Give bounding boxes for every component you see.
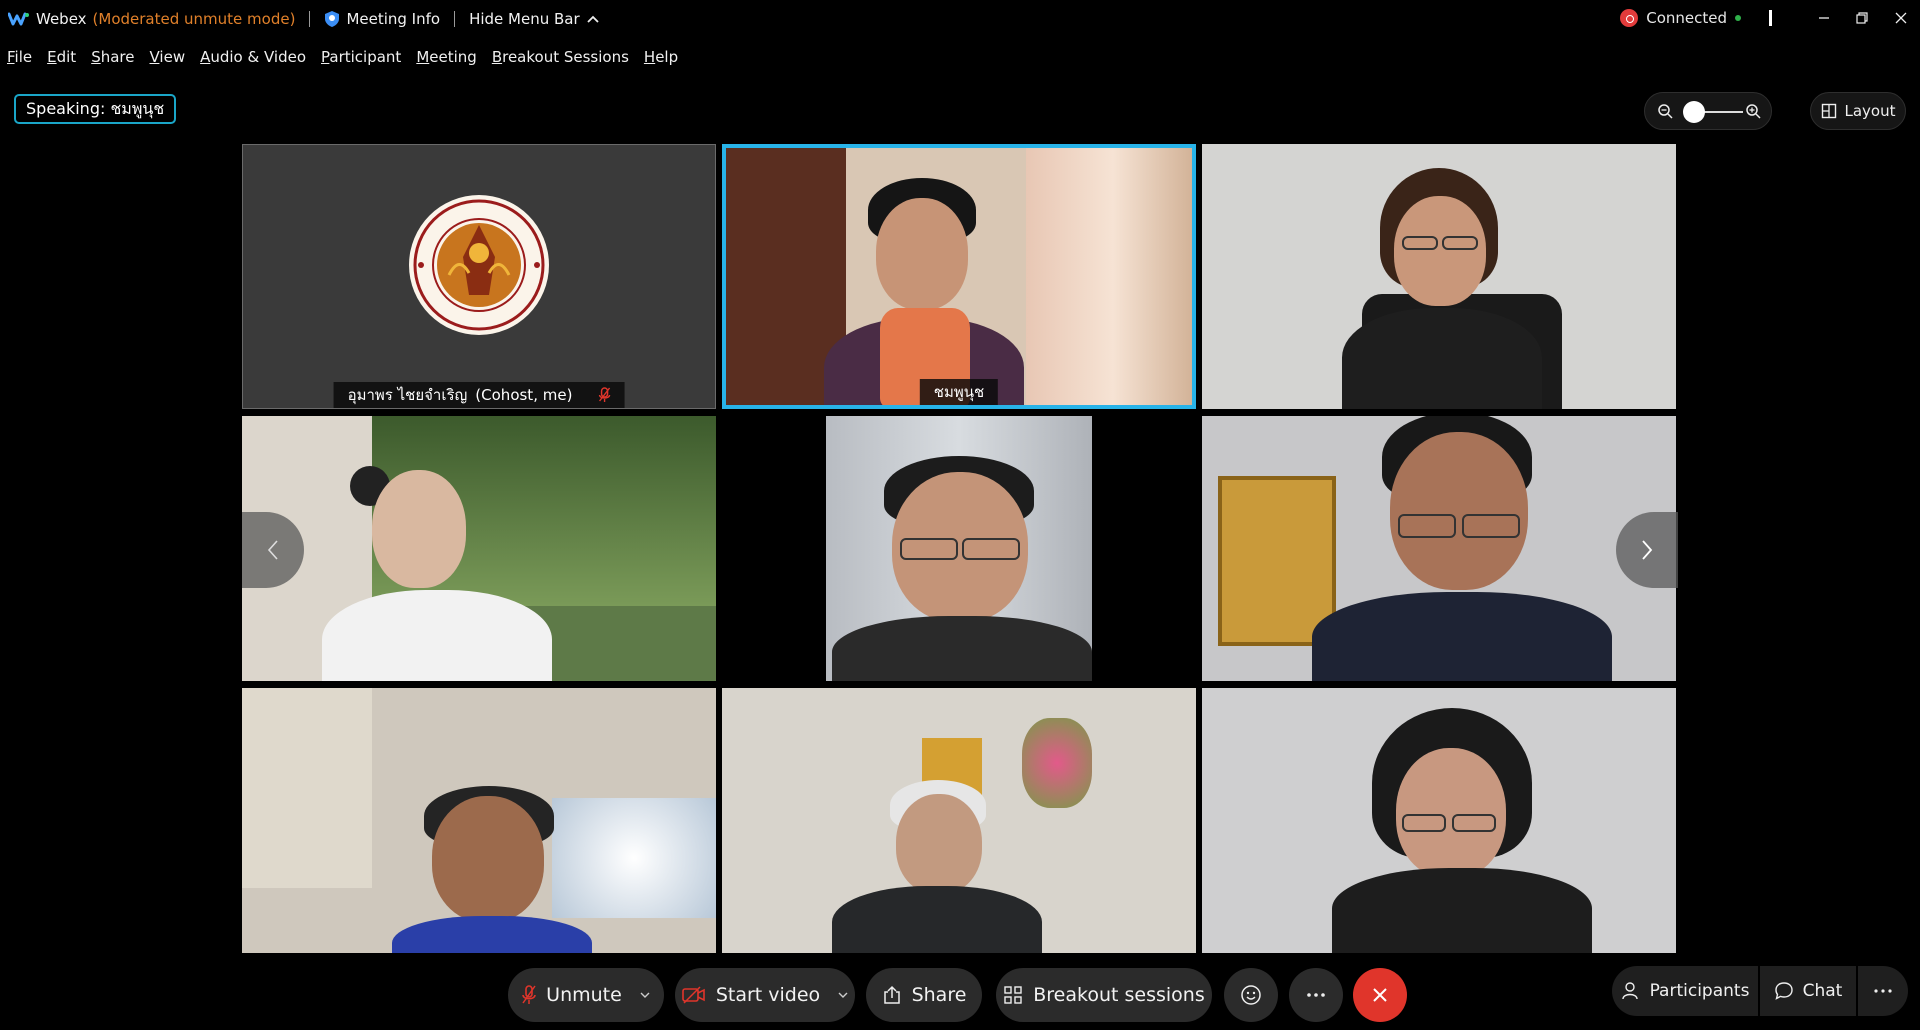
breakout-sessions-label: Breakout sessions bbox=[1033, 984, 1205, 1006]
chevron-down-icon[interactable] bbox=[838, 992, 848, 998]
start-video-label: Start video bbox=[715, 984, 821, 1006]
unmute-label: Unmute bbox=[546, 984, 622, 1006]
menu-file[interactable]: File bbox=[7, 48, 32, 66]
video-tile[interactable] bbox=[242, 416, 716, 681]
divider bbox=[1769, 10, 1772, 26]
end-meeting-button[interactable] bbox=[1353, 968, 1407, 1022]
hide-menu-bar-label: Hide Menu Bar bbox=[469, 10, 580, 28]
close-icon bbox=[1895, 12, 1907, 24]
video-tile[interactable] bbox=[1202, 688, 1676, 953]
more-icon bbox=[1307, 993, 1325, 997]
muted-mic-icon bbox=[598, 387, 611, 402]
video-tile-active-speaker[interactable]: ชมพูนุช bbox=[722, 144, 1196, 409]
connection-label: Connected bbox=[1646, 9, 1727, 27]
meeting-info-button[interactable]: Meeting Info bbox=[324, 10, 440, 28]
video-tile[interactable] bbox=[722, 416, 1196, 681]
start-video-button[interactable]: Start video bbox=[675, 968, 855, 1022]
webex-logo-icon bbox=[8, 12, 29, 26]
recording-icon bbox=[1620, 9, 1639, 27]
divider bbox=[309, 11, 311, 27]
video-tile-self[interactable]: อุมาพร ไชยจำเริญ (Cohost, me) bbox=[242, 144, 716, 409]
zoom-control[interactable] bbox=[1644, 92, 1772, 130]
chevron-down-icon[interactable] bbox=[640, 992, 650, 998]
menu-bar: File Edit Share View Audio & Video Parti… bbox=[0, 44, 693, 70]
more-options-button[interactable] bbox=[1289, 968, 1343, 1022]
chat-label: Chat bbox=[1802, 981, 1843, 1001]
share-icon bbox=[883, 985, 900, 1004]
portrait-frame-background bbox=[1218, 476, 1336, 646]
window-light-background bbox=[552, 798, 716, 918]
more-icon bbox=[1874, 989, 1892, 993]
restore-icon bbox=[1856, 12, 1868, 24]
video-tile[interactable] bbox=[1202, 416, 1676, 681]
menu-meeting[interactable]: Meeting bbox=[416, 48, 477, 66]
video-tile[interactable] bbox=[242, 688, 716, 953]
app-name: Webex bbox=[36, 10, 87, 28]
layout-button[interactable]: Layout bbox=[1810, 92, 1906, 130]
chat-button[interactable]: Chat bbox=[1760, 966, 1856, 1016]
zoom-in-icon[interactable] bbox=[1745, 103, 1761, 119]
close-window-button[interactable] bbox=[1886, 6, 1916, 30]
chevron-left-icon bbox=[267, 540, 278, 560]
video-tile[interactable] bbox=[1202, 144, 1676, 409]
share-button[interactable]: Share bbox=[866, 968, 982, 1022]
more-panels-button[interactable] bbox=[1858, 966, 1908, 1016]
flowers-background bbox=[1022, 718, 1092, 808]
divider bbox=[454, 11, 456, 27]
menu-share[interactable]: Share bbox=[91, 48, 134, 66]
participants-button[interactable]: Participants bbox=[1612, 966, 1758, 1016]
speaking-indicator: Speaking: ชมพูนุช bbox=[14, 94, 177, 124]
menu-view[interactable]: View bbox=[149, 48, 185, 66]
title-bar: Webex (Moderated unmute mode) Meeting In… bbox=[0, 0, 1920, 38]
video-tile[interactable] bbox=[722, 688, 1196, 953]
participant-role: (Cohost, me) bbox=[475, 386, 573, 404]
menu-audio-video[interactable]: Audio & Video bbox=[200, 48, 306, 66]
zoom-out-icon[interactable] bbox=[1657, 103, 1673, 119]
participants-label: Participants bbox=[1649, 981, 1750, 1001]
video-off-icon bbox=[682, 986, 705, 1004]
minimize-icon bbox=[1819, 17, 1829, 19]
close-icon bbox=[1373, 988, 1387, 1002]
chevron-up-icon bbox=[587, 15, 599, 23]
unmute-button[interactable]: Unmute bbox=[508, 968, 664, 1022]
breakout-sessions-button[interactable]: Breakout sessions bbox=[996, 968, 1212, 1022]
menu-participant[interactable]: Participant bbox=[321, 48, 401, 66]
participant-name: ชมพูนุช bbox=[933, 383, 985, 401]
restore-button[interactable] bbox=[1847, 6, 1877, 30]
hide-menu-bar-button[interactable]: Hide Menu Bar bbox=[469, 10, 600, 28]
shield-icon bbox=[325, 11, 340, 27]
layout-label: Layout bbox=[1844, 102, 1896, 120]
chevron-right-icon bbox=[1642, 540, 1653, 560]
connected-indicator-icon bbox=[1735, 15, 1741, 21]
smiley-icon bbox=[1241, 985, 1261, 1005]
participant-name: อุมาพร ไชยจำเริญ bbox=[347, 386, 468, 404]
participant-label: อุมาพร ไชยจำเริญ (Cohost, me) bbox=[333, 382, 625, 408]
participants-icon bbox=[1621, 982, 1638, 1000]
menu-edit[interactable]: Edit bbox=[47, 48, 76, 66]
menu-breakout-sessions[interactable]: Breakout Sessions bbox=[492, 48, 629, 66]
chat-icon bbox=[1774, 982, 1793, 1000]
meeting-mode: (Moderated unmute mode) bbox=[92, 10, 296, 28]
zoom-slider-handle[interactable] bbox=[1683, 101, 1705, 123]
menu-help[interactable]: Help bbox=[644, 48, 678, 66]
share-label: Share bbox=[911, 984, 967, 1006]
breakout-sessions-icon bbox=[1004, 986, 1022, 1004]
organization-emblem-icon bbox=[409, 195, 549, 335]
participant-label: ชมพูนุช bbox=[919, 379, 999, 405]
cabinet-background bbox=[242, 688, 372, 888]
muted-mic-icon bbox=[522, 985, 536, 1004]
meeting-info-label: Meeting Info bbox=[346, 10, 441, 28]
curtain-background bbox=[1026, 148, 1192, 405]
reactions-button[interactable] bbox=[1224, 968, 1278, 1022]
minimize-button[interactable] bbox=[1809, 6, 1839, 30]
grid-layout-icon bbox=[1821, 103, 1836, 119]
connection-status: Connected bbox=[1620, 9, 1772, 27]
